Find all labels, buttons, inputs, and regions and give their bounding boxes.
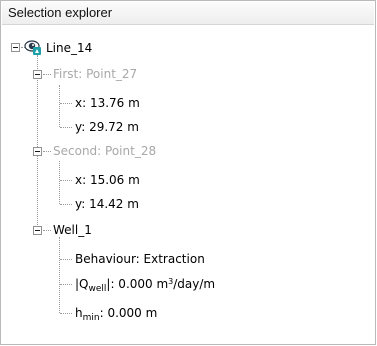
- tree-item-h-min[interactable]: hmin: 0.000 m: [75, 305, 158, 323]
- tree-line: [59, 85, 60, 127]
- tree-item-second-x[interactable]: x: 15.06 m: [75, 172, 140, 188]
- h-prefix: h: [75, 306, 83, 320]
- collapse-toggle-well[interactable]: [33, 226, 42, 235]
- tree-item-line[interactable]: Line_14: [46, 40, 92, 56]
- q-prefix: |Q: [75, 277, 89, 291]
- q-value: |: 0.000 m: [106, 277, 169, 291]
- tree-line: [60, 127, 72, 128]
- tree-line: [59, 237, 60, 313]
- tree-item-first-x[interactable]: x: 13.76 m: [75, 95, 140, 111]
- h-subscript: min: [82, 313, 100, 323]
- tree-line: [43, 230, 51, 231]
- tree-item-well[interactable]: Well_1: [53, 222, 92, 238]
- collapse-toggle-first[interactable]: [33, 70, 42, 79]
- tree-line: [60, 313, 72, 314]
- tree-item-q-well[interactable]: |Qwell|: 0.000 m3/day/m: [75, 276, 216, 294]
- tree-line: [43, 151, 51, 152]
- tree-item-second-y[interactable]: y: 14.42 m: [75, 196, 139, 212]
- panel-header: Selection explorer: [2, 2, 374, 25]
- tree-line: [59, 161, 60, 204]
- tree-item-first-point[interactable]: First: Point_27: [53, 66, 137, 82]
- q-subscript: well: [88, 284, 107, 294]
- panel-title: Selection explorer: [8, 5, 113, 20]
- q-unit: /day/m: [173, 277, 216, 291]
- collapse-toggle-line[interactable]: [11, 43, 20, 52]
- tree-line: [60, 259, 72, 260]
- tree-item-behaviour[interactable]: Behaviour: Extraction: [75, 251, 205, 267]
- collapse-toggle-second[interactable]: [33, 147, 42, 156]
- selection-tree: Line_14 First: Point_27 x: 13.76 m y: 29…: [1, 25, 375, 344]
- h-value: : 0.000 m: [99, 306, 158, 320]
- tree-line: [60, 204, 72, 205]
- tree-line: [37, 55, 38, 235]
- tree-item-second-point[interactable]: Second: Point_28: [53, 143, 156, 159]
- eye-icon[interactable]: [24, 38, 42, 56]
- selection-explorer-panel: Selection explorer Line_14 First: Point_…: [0, 0, 376, 345]
- tree-line: [60, 103, 72, 104]
- tree-item-first-y[interactable]: y: 29.72 m: [75, 119, 139, 135]
- tree-line: [60, 284, 72, 285]
- tree-line: [43, 74, 51, 75]
- tree-line: [60, 180, 72, 181]
